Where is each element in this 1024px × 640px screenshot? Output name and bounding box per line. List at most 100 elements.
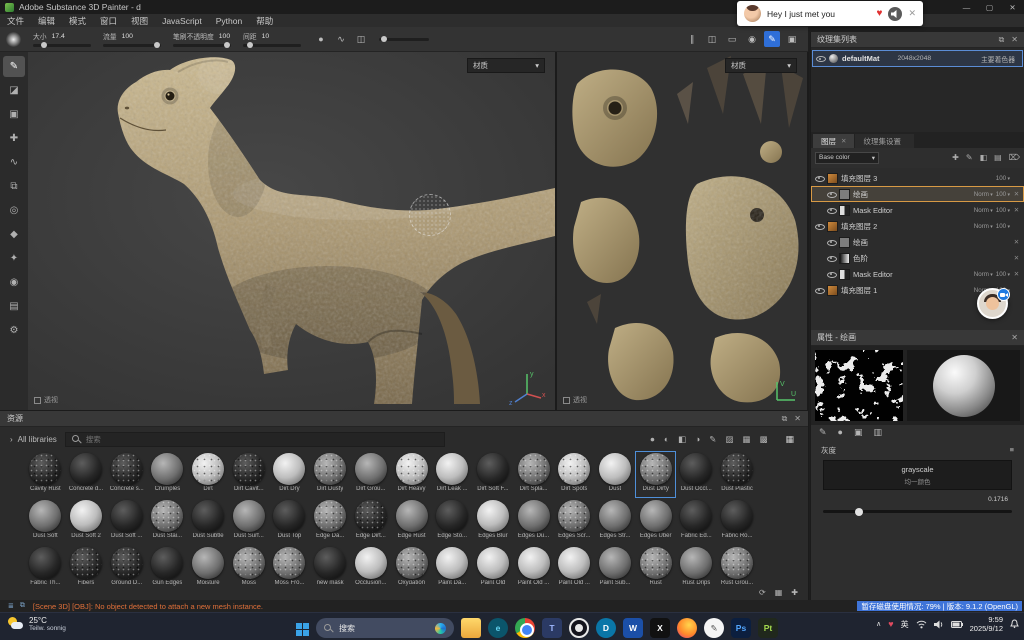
asset-item[interactable]: Edge Da... (310, 498, 351, 545)
asset-thumbnail[interactable] (70, 500, 102, 532)
asset-thumbnail[interactable] (436, 547, 468, 579)
grayscale-source-box[interactable]: grayscale 均一颜色 (823, 460, 1012, 490)
asset-thumbnail[interactable] (599, 500, 631, 532)
channels-panel-icon[interactable]: ▥ (874, 427, 883, 438)
taskbar-search[interactable]: 搜索 (316, 618, 454, 638)
brush-setting-slider[interactable] (33, 44, 91, 47)
menu-item[interactable]: 模式 (62, 15, 93, 27)
asset-item[interactable]: Dirt Dry (269, 451, 310, 498)
material-picker-tool[interactable]: ◎ (3, 200, 25, 221)
layer-visibility-icon[interactable] (827, 254, 836, 263)
camera-label-2d[interactable]: 透视 (563, 395, 587, 405)
maximize-button[interactable]: ▢ (978, 0, 1001, 14)
smudge-tool[interactable]: ∿ (3, 152, 25, 173)
asset-item[interactable]: Rust Drips (676, 545, 717, 592)
asset-thumbnail[interactable] (233, 453, 265, 485)
asset-thumbnail[interactable] (558, 547, 590, 579)
grid-view-icon[interactable]: ▦ (785, 434, 794, 445)
console-panel-icon[interactable]: ⧉ (20, 602, 25, 610)
add-fill-layer-icon[interactable]: ◧ (980, 153, 988, 162)
layer-thumbnail[interactable] (827, 221, 838, 232)
symmetry-icon[interactable]: ◫ (353, 31, 369, 47)
asset-item[interactable]: Paint Da... (432, 545, 473, 592)
asset-item[interactable]: Dust Stai... (147, 498, 188, 545)
layer-thumbnail[interactable] (827, 285, 838, 296)
asset-thumbnail[interactable] (70, 453, 102, 485)
asset-thumbnail[interactable] (680, 453, 712, 485)
asset-item[interactable]: Dirt Dusty (310, 451, 351, 498)
asset-thumbnail[interactable] (314, 453, 346, 485)
asset-item[interactable]: Dirt Leak ... (432, 451, 473, 498)
layer-blend-mode[interactable]: Norm (974, 191, 993, 198)
filter-environments-icon[interactable]: ▩ (759, 434, 767, 445)
floating-notification[interactable]: Hey I just met you ♥ ✕ (737, 1, 923, 26)
falloff-curve-icon[interactable]: ∿ (333, 31, 349, 47)
layer-name[interactable]: 色阶 (853, 253, 1004, 264)
asset-item[interactable]: Paint Sub... (595, 545, 636, 592)
asset-item[interactable]: Dust Top (269, 498, 310, 545)
angle-slider[interactable] (379, 38, 429, 41)
particles-tool[interactable]: ✦ (3, 248, 25, 269)
paint-mode-icon[interactable]: ✎ (764, 31, 780, 47)
dinosaur-model[interactable] (28, 52, 555, 410)
asset-thumbnail[interactable] (721, 500, 753, 532)
search-input[interactable] (86, 435, 438, 444)
layer-thumbnail[interactable] (827, 173, 838, 184)
asset-search[interactable] (65, 432, 445, 447)
wifi-icon[interactable] (916, 620, 927, 629)
layer-opacity[interactable]: 100 (996, 271, 1010, 278)
file-explorer-icon[interactable] (461, 618, 481, 638)
asset-item[interactable]: Cavity Rust (25, 451, 66, 498)
layer-name[interactable]: 绘画 (853, 237, 1004, 248)
asset-thumbnail[interactable] (314, 547, 346, 579)
stencil-params-icon[interactable]: ▣ (854, 427, 863, 438)
asset-thumbnail[interactable] (518, 547, 550, 579)
library-select[interactable]: › All libraries (10, 435, 57, 444)
filter-smart-masks-icon[interactable]: ◧ (678, 434, 686, 445)
asset-thumbnail[interactable] (314, 500, 346, 532)
language-indicator[interactable]: 英 (901, 619, 909, 630)
menu-item[interactable]: 编辑 (31, 15, 62, 27)
painter-icon[interactable]: Pt (758, 618, 778, 638)
asset-thumbnail[interactable] (273, 547, 305, 579)
asset-thumbnail[interactable] (558, 500, 590, 532)
close-panel-icon[interactable]: ✕ (794, 414, 801, 424)
battery-icon[interactable] (951, 621, 963, 628)
material-mode-select[interactable]: 材质 ▾ (467, 58, 545, 73)
layer-close-icon[interactable]: ✕ (1013, 190, 1020, 198)
environment-icon[interactable]: ◉ (744, 31, 760, 47)
volume-icon[interactable] (934, 620, 944, 629)
asset-item[interactable]: Moss Fro... (269, 545, 310, 592)
asset-item[interactable]: Edge Sto... (432, 498, 473, 545)
uv-islands[interactable] (557, 52, 807, 410)
dell-icon[interactable]: D (596, 618, 616, 638)
asset-item[interactable]: Edges Du... (513, 498, 554, 545)
asset-item[interactable]: Dirt Spots (554, 451, 595, 498)
close-panel-icon[interactable]: ✕ (1011, 333, 1018, 342)
filter-smart-materials-icon[interactable]: ◐ (664, 434, 669, 444)
tray-heart-icon[interactable]: ♥ (888, 619, 893, 629)
x-app-icon[interactable]: X (650, 618, 670, 638)
asset-item[interactable]: Dirt (188, 451, 229, 498)
asset-thumbnail[interactable] (29, 500, 61, 532)
windows-start-button[interactable] (296, 623, 309, 636)
add-layer-icon[interactable]: ✚ (952, 153, 959, 162)
asset-item[interactable]: Occlusion... (351, 545, 392, 592)
layer-visibility-icon[interactable] (815, 174, 824, 183)
asset-thumbnail[interactable] (721, 453, 753, 485)
asset-thumbnail[interactable] (436, 453, 468, 485)
asset-item[interactable]: Fibers (66, 545, 107, 592)
asset-thumbnail[interactable] (640, 547, 672, 579)
asset-item[interactable]: Fabric Th... (25, 545, 66, 592)
slider-handle[interactable] (855, 508, 863, 516)
menu-item[interactable]: 窗口 (93, 15, 124, 27)
asset-item[interactable]: Rust Grou... (717, 545, 758, 592)
asset-thumbnail[interactable] (477, 500, 509, 532)
asset-thumbnail[interactable] (233, 547, 265, 579)
close-button[interactable]: ✕ (1001, 0, 1024, 14)
asset-thumbnail[interactable] (680, 500, 712, 532)
close-panel-icon[interactable]: ✕ (1011, 35, 1018, 45)
asset-item[interactable]: Edges Str... (595, 498, 636, 545)
asset-thumbnail[interactable] (29, 547, 61, 579)
layer-thumbnail[interactable] (839, 205, 850, 216)
